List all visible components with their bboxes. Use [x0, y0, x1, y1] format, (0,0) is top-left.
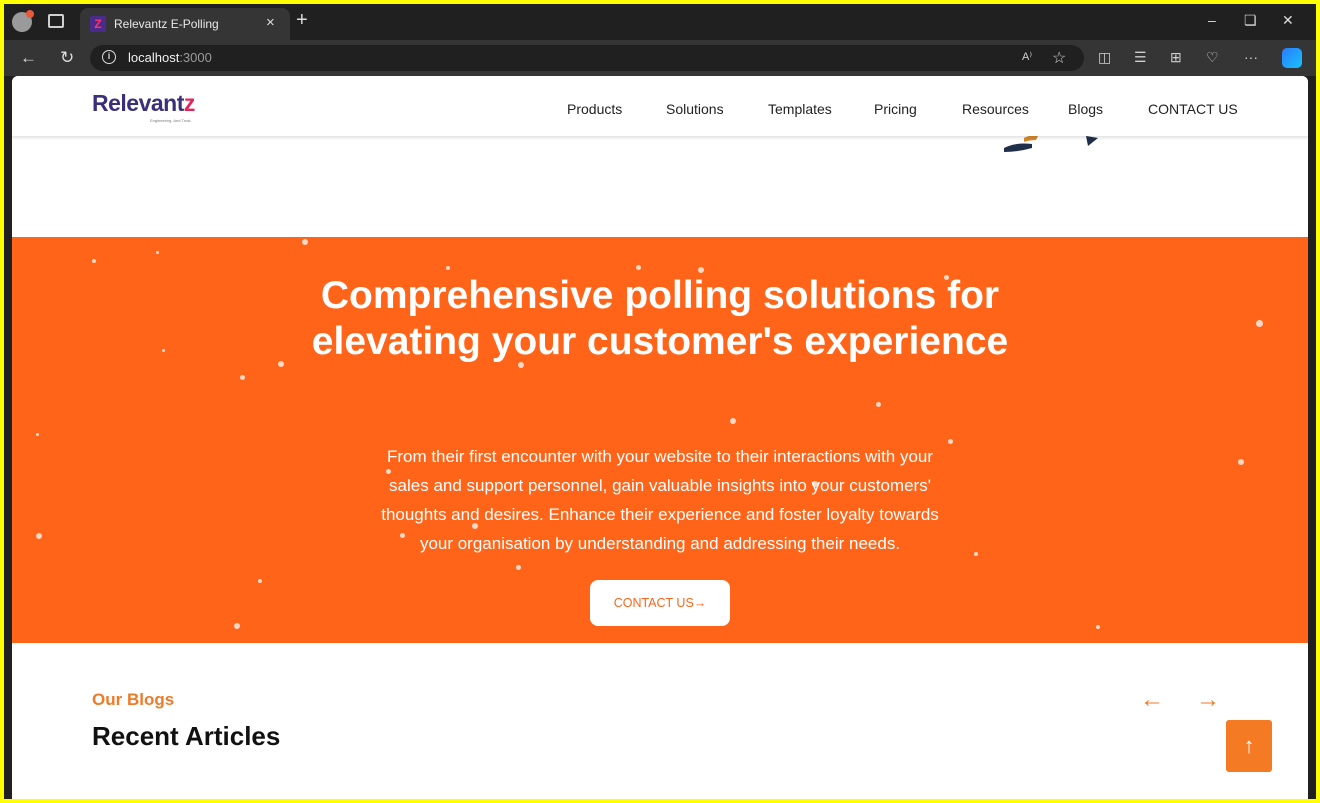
nav-products[interactable]: Products [567, 101, 622, 117]
collections-icon[interactable]: ⊞ [1170, 49, 1182, 66]
decor-dot [302, 239, 308, 245]
decor-dot [156, 251, 159, 254]
nav-templates[interactable]: Templates [768, 101, 832, 117]
decor-dot [36, 533, 42, 539]
nav-blogs[interactable]: Blogs [1068, 101, 1103, 117]
restore-icon[interactable]: ❏ [1244, 12, 1257, 29]
decor-dot [974, 552, 978, 556]
url-port: :3000 [179, 50, 212, 65]
decor-dot [234, 623, 240, 629]
browser-tab[interactable]: Z Relevantz E-Polling × [80, 8, 290, 40]
info-icon[interactable]: i [102, 50, 116, 64]
read-aloud-icon[interactable]: A⁾ [1022, 50, 1032, 63]
back-icon[interactable]: ← [20, 48, 37, 68]
hero-contact-us-button[interactable]: CONTACT US→ [590, 580, 730, 626]
logo-text: Relevant [92, 90, 184, 116]
decor-dot [162, 349, 165, 352]
prev-arrow-icon[interactable]: ← [1140, 686, 1164, 714]
hero-description: From their first encounter with your web… [381, 447, 939, 553]
refresh-icon[interactable]: ↻ [60, 48, 74, 68]
decor-dot [1256, 320, 1263, 327]
illustration-fragment-2 [1086, 136, 1098, 146]
decor-dot [446, 266, 450, 270]
nav-pricing[interactable]: Pricing [874, 101, 917, 117]
decor-dot [948, 439, 953, 444]
favorites-list-icon[interactable]: ☰ [1134, 49, 1147, 66]
decor-dot [240, 375, 245, 380]
close-tab-icon[interactable]: × [266, 14, 275, 31]
tabs-icon[interactable] [48, 14, 64, 28]
nav-solutions[interactable]: Solutions [666, 101, 724, 117]
new-tab-icon[interactable]: + [296, 9, 308, 32]
blogs-title: Recent Articles [92, 721, 281, 751]
address-bar[interactable]: i localhost:3000 A⁾ ☆ [90, 45, 1084, 71]
more-icon[interactable]: ··· [1244, 49, 1258, 65]
address-toolbar: ← ↻ i localhost:3000 A⁾ ☆ ◫ ☰ ⊞ ♡ ··· [4, 40, 1316, 76]
blogs-eyebrow: Our Blogs [92, 690, 175, 709]
profile-notification-dot [26, 10, 34, 18]
browser-window: Z Relevantz E-Polling × + – ❏ ✕ ← ↻ i lo… [4, 4, 1316, 799]
hero-section: Comprehensive polling solutions for elev… [12, 237, 1308, 643]
decor-dot [636, 265, 641, 270]
site-navbar: Relevantz Engineering. And Trust. Produc… [12, 76, 1308, 136]
decor-dot [258, 579, 262, 583]
tab-favicon-icon: Z [90, 16, 106, 32]
decor-dot [876, 402, 881, 407]
decor-dot [1096, 625, 1100, 629]
nav-contact-us[interactable]: CONTACT US [1148, 101, 1238, 117]
decor-dot [516, 565, 521, 570]
tab-bar: Z Relevantz E-Polling × + – ❏ ✕ [4, 4, 1316, 40]
hero-title: Comprehensive polling solutions for elev… [311, 274, 1009, 363]
decor-dot [92, 259, 96, 263]
nav-resources[interactable]: Resources [962, 101, 1029, 117]
favorite-icon[interactable]: ☆ [1052, 48, 1066, 68]
minimize-icon[interactable]: – [1208, 12, 1216, 28]
logo-z: z [183, 90, 196, 116]
decor-dot [1238, 459, 1244, 465]
copilot-icon[interactable] [1282, 48, 1302, 68]
next-arrow-icon[interactable]: → [1196, 686, 1220, 714]
decor-dot [730, 418, 736, 424]
health-icon[interactable]: ♡ [1206, 49, 1219, 66]
scroll-to-top-button[interactable]: ↑ [1226, 720, 1272, 772]
window-close-icon[interactable]: ✕ [1282, 12, 1294, 29]
url-text[interactable]: localhost:3000 [128, 50, 212, 65]
logo-tagline: Engineering. And Trust. [150, 118, 192, 123]
decor-dot [36, 433, 39, 436]
split-screen-icon[interactable]: ◫ [1098, 49, 1111, 66]
page-viewport: Relevantz Engineering. And Trust. Produc… [12, 76, 1308, 799]
tab-title: Relevantz E-Polling [114, 17, 219, 31]
site-logo[interactable]: Relevantz [92, 90, 195, 117]
url-host: localhost [128, 50, 180, 65]
